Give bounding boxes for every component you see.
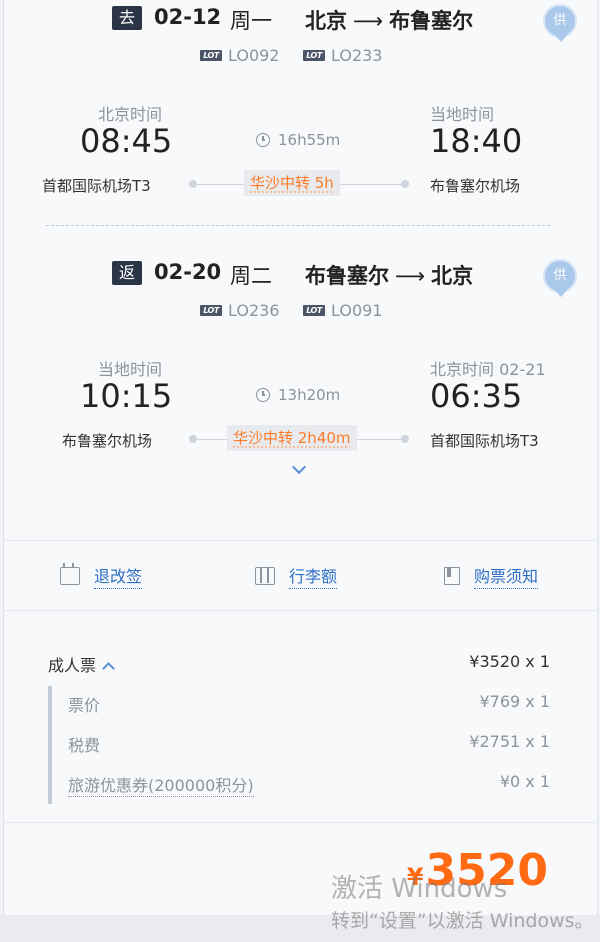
outbound-header: 去 02-12 周一 北京 ⟶ 布鲁塞尔 供 (0, 2, 600, 42)
inbound-route: 布鲁塞尔 ⟶ 北京 (305, 260, 473, 290)
inbound-arrive-time: 06:35 (430, 377, 523, 415)
tax-row: 税费 ¥2751 x 1 (48, 732, 550, 756)
route-dot (401, 180, 409, 188)
outbound-flight-2: LOT LO233 (303, 46, 382, 65)
outbound-flight-numbers: LOT LO092 LOT LO233 (0, 46, 600, 70)
route-dot (189, 435, 197, 443)
inbound-depart-airport: 布鲁塞尔机场 (62, 432, 153, 450)
outbound-date: 02-12 (154, 5, 222, 29)
adult-ticket-row[interactable]: 成人票 ¥3520 x 1 (48, 652, 550, 676)
inbound-weekday: 周二 (230, 264, 272, 288)
inbound-header: 返 02-20 周二 布鲁塞尔 ⟶ 北京 供 (0, 257, 600, 297)
windows-activation-watermark: 激活 Windows (331, 874, 508, 904)
inbound-date: 02-20 (154, 260, 222, 284)
coupon-value: ¥0 x 1 (499, 772, 550, 791)
airline-logo-icon: LOT (303, 50, 325, 61)
route-arrow-icon: ⟶ (353, 9, 384, 33)
inbound-flight-2: LOT LO091 (303, 301, 382, 320)
supplier-badge-icon: 供 (543, 259, 577, 297)
inbound-duration: 13h20m (256, 386, 340, 404)
supplier-badge-icon: 供 (543, 4, 577, 42)
outbound-from-city: 北京 (305, 9, 347, 33)
segment-divider (46, 225, 550, 226)
airline-logo-icon: LOT (200, 50, 222, 61)
airline-logo-icon: LOT (200, 305, 222, 316)
collapse-chevron-up-icon[interactable] (102, 662, 115, 675)
inbound-transfer[interactable]: 华沙中转 2h40m (227, 425, 357, 451)
adult-ticket-value: ¥3520 x 1 (469, 652, 550, 671)
route-arrow-icon: ⟶ (395, 264, 426, 288)
outbound-depart-airport: 首都国际机场T3 (42, 177, 151, 195)
outbound-route: 北京 ⟶ 布鲁塞尔 (305, 5, 473, 35)
inbound-flight-numbers: LOT LO236 LOT LO091 (0, 301, 600, 325)
calendar-icon (60, 563, 80, 585)
booking-notice-link[interactable]: 购票须知 (444, 563, 539, 589)
inbound-arrive-airport: 首都国际机场T3 (430, 432, 539, 450)
inbound-from-city: 布鲁塞尔 (305, 264, 389, 288)
section-divider (3, 610, 596, 611)
outbound-flight-1: LOT LO092 (200, 46, 279, 65)
fare-row: 票价 ¥769 x 1 (48, 692, 550, 716)
section-divider (3, 540, 596, 541)
outbound-arrive-time: 18:40 (430, 122, 523, 160)
route-dot (189, 180, 197, 188)
adult-ticket-label: 成人票 (48, 652, 115, 676)
outbound-duration: 16h55m (256, 131, 340, 149)
route-dot (401, 435, 409, 443)
inbound-depart-time: 10:15 (80, 377, 173, 415)
baggage-allowance-link[interactable]: 行李额 (255, 563, 338, 589)
clock-icon (256, 388, 270, 402)
outbound-tag: 去 (112, 6, 142, 30)
inbound-to-city: 北京 (431, 264, 474, 288)
book-icon (444, 567, 460, 585)
refund-change-link[interactable]: 退改签 (60, 563, 143, 589)
outbound-transfer[interactable]: 华沙中转 5h (244, 170, 340, 196)
tax-value: ¥2751 x 1 (469, 732, 550, 751)
airline-logo-icon: LOT (303, 305, 325, 316)
outbound-weekday: 周一 (230, 9, 272, 33)
clock-icon (256, 133, 270, 147)
luggage-icon (255, 567, 275, 585)
inbound-flight-1: LOT LO236 (200, 301, 279, 320)
outbound-arrive-airport: 布鲁塞尔机场 (430, 177, 521, 195)
outbound-depart-time: 08:45 (80, 122, 173, 160)
inbound-tag: 返 (112, 261, 142, 285)
coupon-row[interactable]: 旅游优惠券(200000积分) ¥0 x 1 (48, 772, 550, 797)
section-divider (3, 822, 596, 823)
windows-activation-hint: 转到“设置”以激活 Windows。 (331, 910, 594, 932)
fare-label: 票价 (68, 696, 101, 715)
outbound-to-city: 布鲁塞尔 (389, 9, 474, 33)
fare-value: ¥769 x 1 (479, 692, 550, 711)
tax-label: 税费 (68, 736, 101, 755)
coupon-label[interactable]: 旅游优惠券(200000积分) (68, 772, 254, 797)
